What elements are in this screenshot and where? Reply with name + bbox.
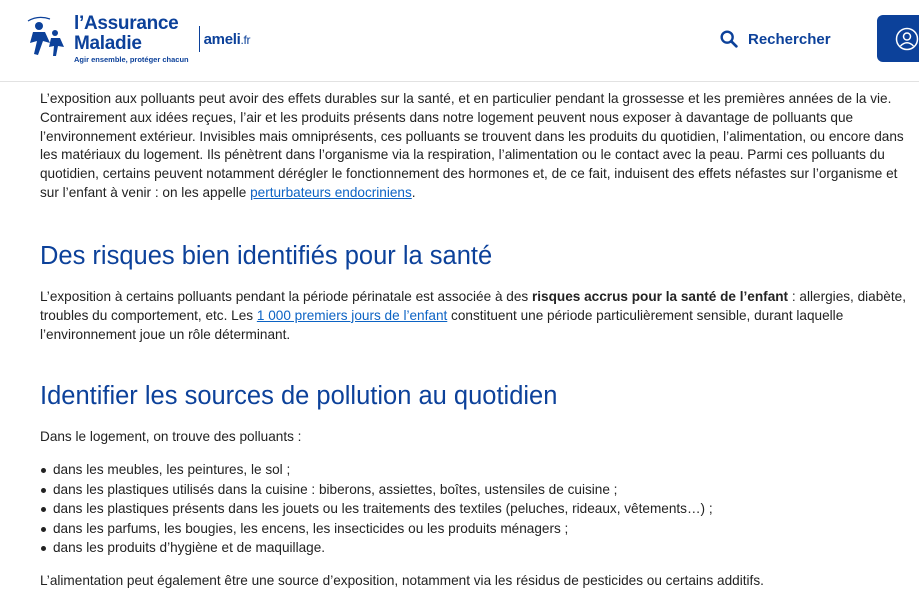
logo-line-1: l’Assurance	[74, 13, 179, 34]
user-account-icon	[895, 27, 919, 50]
logo-tagline: Agir ensemble, protéger chacun	[74, 55, 189, 64]
intro-paragraph: L’exposition aux polluants peut avoir de…	[40, 90, 919, 203]
risks-bold-text: risques accrus pour la santé de l’enfant	[531, 289, 789, 304]
logo-line-2: Maladie	[74, 33, 142, 54]
endocrine-disruptors-link[interactable]: perturbateurs endocriniens	[250, 185, 412, 200]
sources-heading: Identifier les sources de pollution au q…	[40, 382, 558, 410]
ameli-name: ameli	[203, 30, 241, 48]
list-item: dans les parfums, les bougies, les encen…	[40, 519, 713, 539]
first-1000-days-link[interactable]: 1 000 premiers jours de l’enfant	[257, 308, 447, 323]
list-item: dans les plastiques utilisés dans la cui…	[40, 480, 713, 500]
list-item: dans les produits d’hygiène et de maquil…	[40, 538, 713, 558]
assurance-maladie-logo[interactable]: l’Assurance Maladie Agir ensemble, proté…	[24, 13, 251, 65]
ameli-suffix: .fr	[240, 32, 251, 47]
intro-end: .	[411, 184, 416, 200]
account-button[interactable]	[877, 15, 919, 62]
food-paragraph: L’alimentation peut également être une s…	[40, 573, 764, 588]
risks-text-before: L’exposition à certains polluants pendan…	[40, 289, 532, 304]
logo-divider	[198, 26, 200, 52]
site-header: l’Assurance Maladie Agir ensemble, proté…	[0, 0, 919, 82]
risks-heading: Des risques bien identifiés pour la sant…	[40, 242, 493, 270]
sources-intro: Dans le logement, on trouve des polluant…	[40, 429, 302, 444]
list-item: dans les meubles, les peintures, le sol …	[40, 460, 713, 480]
risks-paragraph: L’exposition à certains polluants pendan…	[40, 288, 910, 344]
list-item: dans les plastiques présents dans les jo…	[40, 499, 713, 519]
logo-wordmark: l’Assurance Maladie Agir ensemble, proté…	[74, 13, 189, 65]
search-button[interactable]: Rechercher	[718, 28, 831, 50]
logo-figure-icon	[27, 16, 64, 56]
pollutant-sources-list: dans les meubles, les peintures, le sol …	[40, 460, 713, 558]
search-label: Rechercher	[748, 30, 831, 48]
ameli-logo: ameli.fr	[204, 31, 251, 48]
intro-text: L’exposition aux polluants peut avoir de…	[40, 91, 904, 200]
search-icon	[720, 30, 738, 48]
